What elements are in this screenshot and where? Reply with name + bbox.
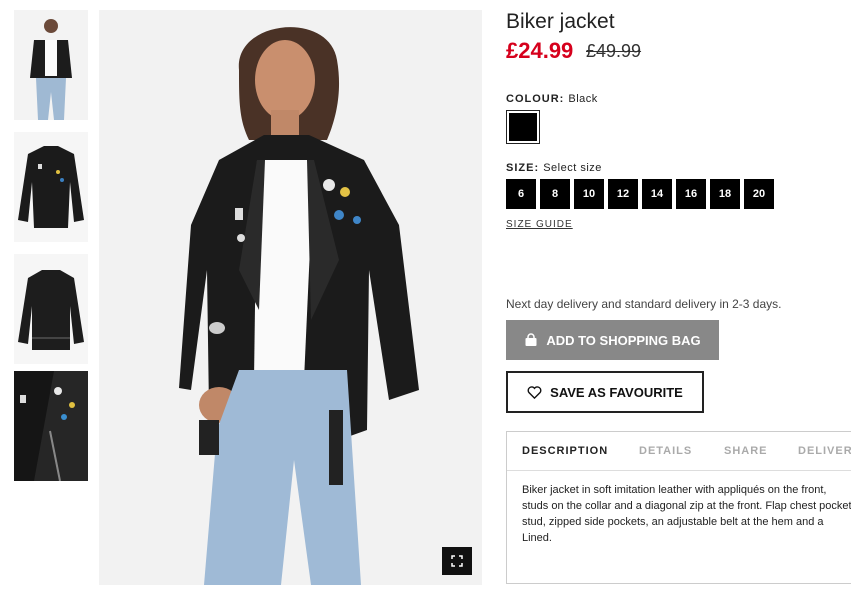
colour-label-row: COLOUR: Black (506, 93, 598, 105)
size-option-6[interactable]: 6 (506, 179, 536, 209)
expand-icon (451, 555, 463, 567)
product-description: Biker jacket in soft imitation leather w… (522, 482, 851, 546)
add-to-shopping-bag-button[interactable]: ADD TO SHOPPING BAG (506, 320, 719, 360)
size-option-18[interactable]: 18 (710, 179, 740, 209)
expand-image-button[interactable] (442, 547, 472, 575)
heart-icon (527, 385, 542, 399)
size-placeholder: Select size (543, 162, 602, 174)
size-option-16[interactable]: 16 (676, 179, 706, 209)
thumbnail-jacket-detail[interactable] (14, 371, 88, 481)
description-line: stud, zipped side pockets, an adjustable… (522, 516, 824, 528)
size-option-10[interactable]: 10 (574, 179, 604, 209)
tab-share[interactable]: SHARE (724, 445, 768, 457)
model-wearing-biker-jacket (99, 10, 482, 585)
tab-bar: DESCRIPTION DETAILS SHARE DELIVERY (507, 432, 851, 471)
save-favourite-label: SAVE AS FAVOURITE (550, 384, 683, 400)
size-option-8[interactable]: 8 (540, 179, 570, 209)
tab-details[interactable]: DETAILS (639, 445, 692, 457)
description-line: Biker jacket in soft imitation leather w… (522, 484, 827, 496)
main-product-image[interactable] (99, 10, 482, 585)
description-line: Lined. (522, 532, 552, 544)
size-label: SIZE: (506, 162, 540, 174)
delivery-info: Next day delivery and standard delivery … (506, 297, 782, 311)
size-selector: 6 8 10 12 14 16 18 20 (506, 179, 774, 209)
tab-description[interactable]: DESCRIPTION (522, 445, 608, 457)
description-line: studs on the collar and a diagonal zip a… (522, 500, 851, 512)
colour-value: Black (568, 93, 598, 105)
product-details-tabs: DESCRIPTION DETAILS SHARE DELIVERY Biker… (506, 431, 851, 584)
size-label-row: SIZE: Select size (506, 162, 602, 174)
thumbnail-jacket-back[interactable] (14, 254, 88, 364)
tab-delivery[interactable]: DELIVERY (798, 445, 851, 457)
size-option-14[interactable]: 14 (642, 179, 672, 209)
size-option-12[interactable]: 12 (608, 179, 638, 209)
sale-price: £24.99 (506, 38, 574, 63)
colour-label: COLOUR: (506, 93, 565, 105)
thumbnail-jacket-front[interactable] (14, 132, 88, 242)
shopping-bag-icon (525, 333, 537, 346)
colour-swatch-black[interactable] (506, 110, 540, 144)
product-title: Biker jacket (506, 10, 615, 33)
original-price: £49.99 (586, 41, 642, 61)
add-to-bag-label: ADD TO SHOPPING BAG (546, 332, 701, 348)
size-option-20[interactable]: 20 (744, 179, 774, 209)
thumbnail-model-front[interactable] (14, 10, 88, 120)
save-as-favourite-button[interactable]: SAVE AS FAVOURITE (506, 371, 704, 413)
size-guide-link[interactable]: SIZE GUIDE (506, 219, 573, 230)
